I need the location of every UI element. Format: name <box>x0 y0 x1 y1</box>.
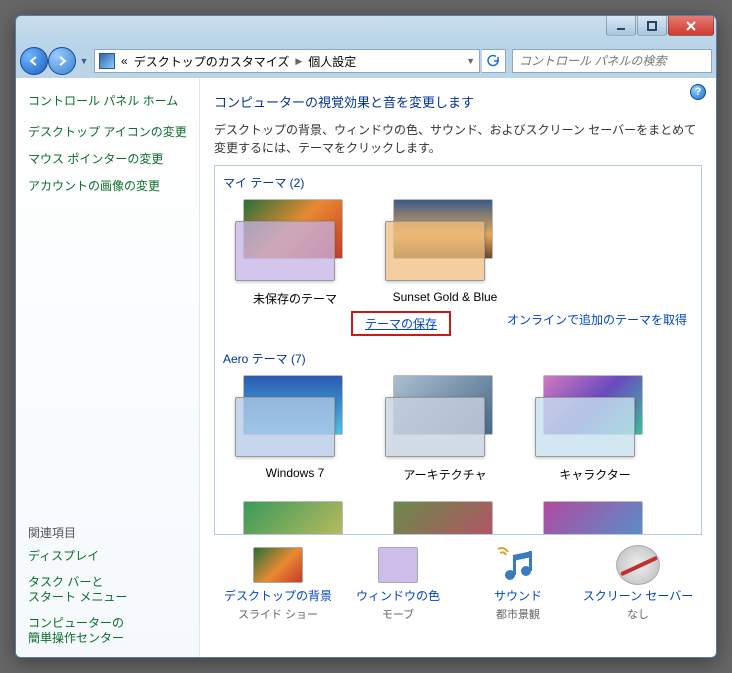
sounds-link[interactable]: サウンド 都市景観 <box>458 545 578 622</box>
theme-thumbnail <box>385 199 505 284</box>
nav-history-dropdown[interactable]: ▼ <box>78 50 90 72</box>
theme-item-partial[interactable] <box>529 501 661 535</box>
component-value: スライド ショー <box>238 606 318 622</box>
page-subtitle: デスクトップの背景、ウィンドウの色、サウンド、およびスクリーン セーバーをまとめ… <box>214 121 702 157</box>
address-dropdown-icon[interactable]: ▼ <box>466 56 475 66</box>
main-content: ? コンピューターの視覚効果と音を変更します デスクトップの背景、ウィンドウの色… <box>200 78 716 657</box>
breadcrumb-sep-icon: ▶ <box>295 56 302 67</box>
theme-thumbnail <box>235 501 355 535</box>
forward-button[interactable] <box>48 47 76 75</box>
component-label: ウィンドウの色 <box>356 587 440 604</box>
desktop-background-link[interactable]: デスクトップの背景 スライド ショー <box>218 545 338 622</box>
control-panel-home-link[interactable]: コントロール パネル ホーム <box>28 92 187 109</box>
screen-saver-icon <box>611 545 666 585</box>
theme-actions: テーマの保存 オンラインで追加のテーマを取得 <box>221 307 695 348</box>
back-button[interactable] <box>20 47 48 75</box>
component-value: モーブ <box>382 606 414 622</box>
theme-thumbnail <box>385 375 505 460</box>
search-input[interactable] <box>519 54 705 68</box>
aero-themes-row: Windows 7 アーキテクチャ キャラクター <box>221 375 695 535</box>
close-button[interactable] <box>668 16 714 36</box>
address-bar[interactable]: « デスクトップのカスタマイズ ▶ 個人設定 ▼ <box>94 49 480 73</box>
theme-components-row: デスクトップの背景 スライド ショー ウィンドウの色 モーブ <box>214 535 702 626</box>
theme-label: 未保存のテーマ <box>253 290 337 307</box>
window-color-link[interactable]: ウィンドウの色 モーブ <box>338 545 458 622</box>
sidebar: コントロール パネル ホーム デスクトップ アイコンの変更 マウス ポインターの… <box>16 78 200 657</box>
component-value: 都市景観 <box>496 606 540 622</box>
theme-windows-7[interactable]: Windows 7 <box>229 375 361 483</box>
theme-thumbnail <box>385 501 505 535</box>
breadcrumb-seg-2[interactable]: 個人設定 <box>308 53 356 70</box>
theme-unsaved[interactable]: 未保存のテーマ <box>229 199 361 307</box>
location-icon <box>99 53 115 69</box>
get-more-themes-link[interactable]: オンラインで追加のテーマを取得 <box>507 311 687 336</box>
page-title: コンピューターの視覚効果と音を変更します <box>214 92 702 111</box>
maximize-button[interactable] <box>637 16 667 36</box>
sound-icon <box>491 545 546 585</box>
task-link-desktop-icons[interactable]: デスクトップ アイコンの変更 <box>28 123 187 140</box>
component-label: デスクトップの背景 <box>224 587 332 604</box>
desktop-background-icon <box>251 545 306 585</box>
theme-architecture[interactable]: アーキテクチャ <box>379 375 511 483</box>
theme-item-partial[interactable] <box>229 501 361 535</box>
nav-arrows <box>20 47 76 75</box>
refresh-button[interactable] <box>482 49 506 73</box>
content-body: コントロール パネル ホーム デスクトップ アイコンの変更 マウス ポインターの… <box>16 78 716 657</box>
control-panel-window: ▼ « デスクトップのカスタマイズ ▶ 個人設定 ▼ コントロール パネル ホー… <box>15 15 717 658</box>
theme-characters[interactable]: キャラクター <box>529 375 661 483</box>
theme-item-partial[interactable] <box>379 501 511 535</box>
component-label: サウンド <box>494 587 542 604</box>
task-link-mouse-pointers[interactable]: マウス ポインターの変更 <box>28 150 187 167</box>
save-theme-link[interactable]: テーマの保存 <box>365 317 437 331</box>
breadcrumb-seg-1[interactable]: デスクトップのカスタマイズ <box>134 53 290 70</box>
related-items-header: 関連項目 <box>28 524 187 541</box>
theme-thumbnail <box>235 199 355 284</box>
related-link-taskbar-start[interactable]: タスク バーと スタート メニュー <box>28 575 187 606</box>
component-value: なし <box>627 606 649 622</box>
titlebar <box>16 16 716 44</box>
screen-saver-link[interactable]: スクリーン セーバー なし <box>578 545 698 622</box>
theme-label: Sunset Gold & Blue <box>393 290 498 304</box>
search-box[interactable] <box>512 49 712 73</box>
task-link-account-picture[interactable]: アカウントの画像の変更 <box>28 177 187 194</box>
related-link-display[interactable]: ディスプレイ <box>28 549 187 565</box>
theme-thumbnail <box>535 501 655 535</box>
theme-thumbnail <box>235 375 355 460</box>
theme-label: アーキテクチャ <box>403 466 486 483</box>
group-header-aero-themes: Aero テーマ (7) <box>223 350 695 367</box>
group-header-my-themes: マイ テーマ (2) <box>223 174 695 191</box>
theme-thumbnail <box>535 375 655 460</box>
themes-list[interactable]: マイ テーマ (2) 未保存のテーマ Sunset Gold & Blue <box>214 165 702 535</box>
my-themes-row: 未保存のテーマ Sunset Gold & Blue <box>221 199 695 307</box>
theme-label: Windows 7 <box>266 466 325 480</box>
save-theme-highlight: テーマの保存 <box>351 311 451 336</box>
breadcrumb-chevrons: « <box>121 54 128 68</box>
help-icon[interactable]: ? <box>690 84 706 100</box>
theme-sunset-gold-blue[interactable]: Sunset Gold & Blue <box>379 199 511 307</box>
component-label: スクリーン セーバー <box>583 587 694 604</box>
theme-label: キャラクター <box>559 466 631 483</box>
minimize-button[interactable] <box>606 16 636 36</box>
navigation-bar: ▼ « デスクトップのカスタマイズ ▶ 個人設定 ▼ <box>16 44 716 78</box>
related-link-ease-of-access[interactable]: コンピューターの 簡単操作センター <box>28 616 187 647</box>
window-color-icon <box>371 545 426 585</box>
